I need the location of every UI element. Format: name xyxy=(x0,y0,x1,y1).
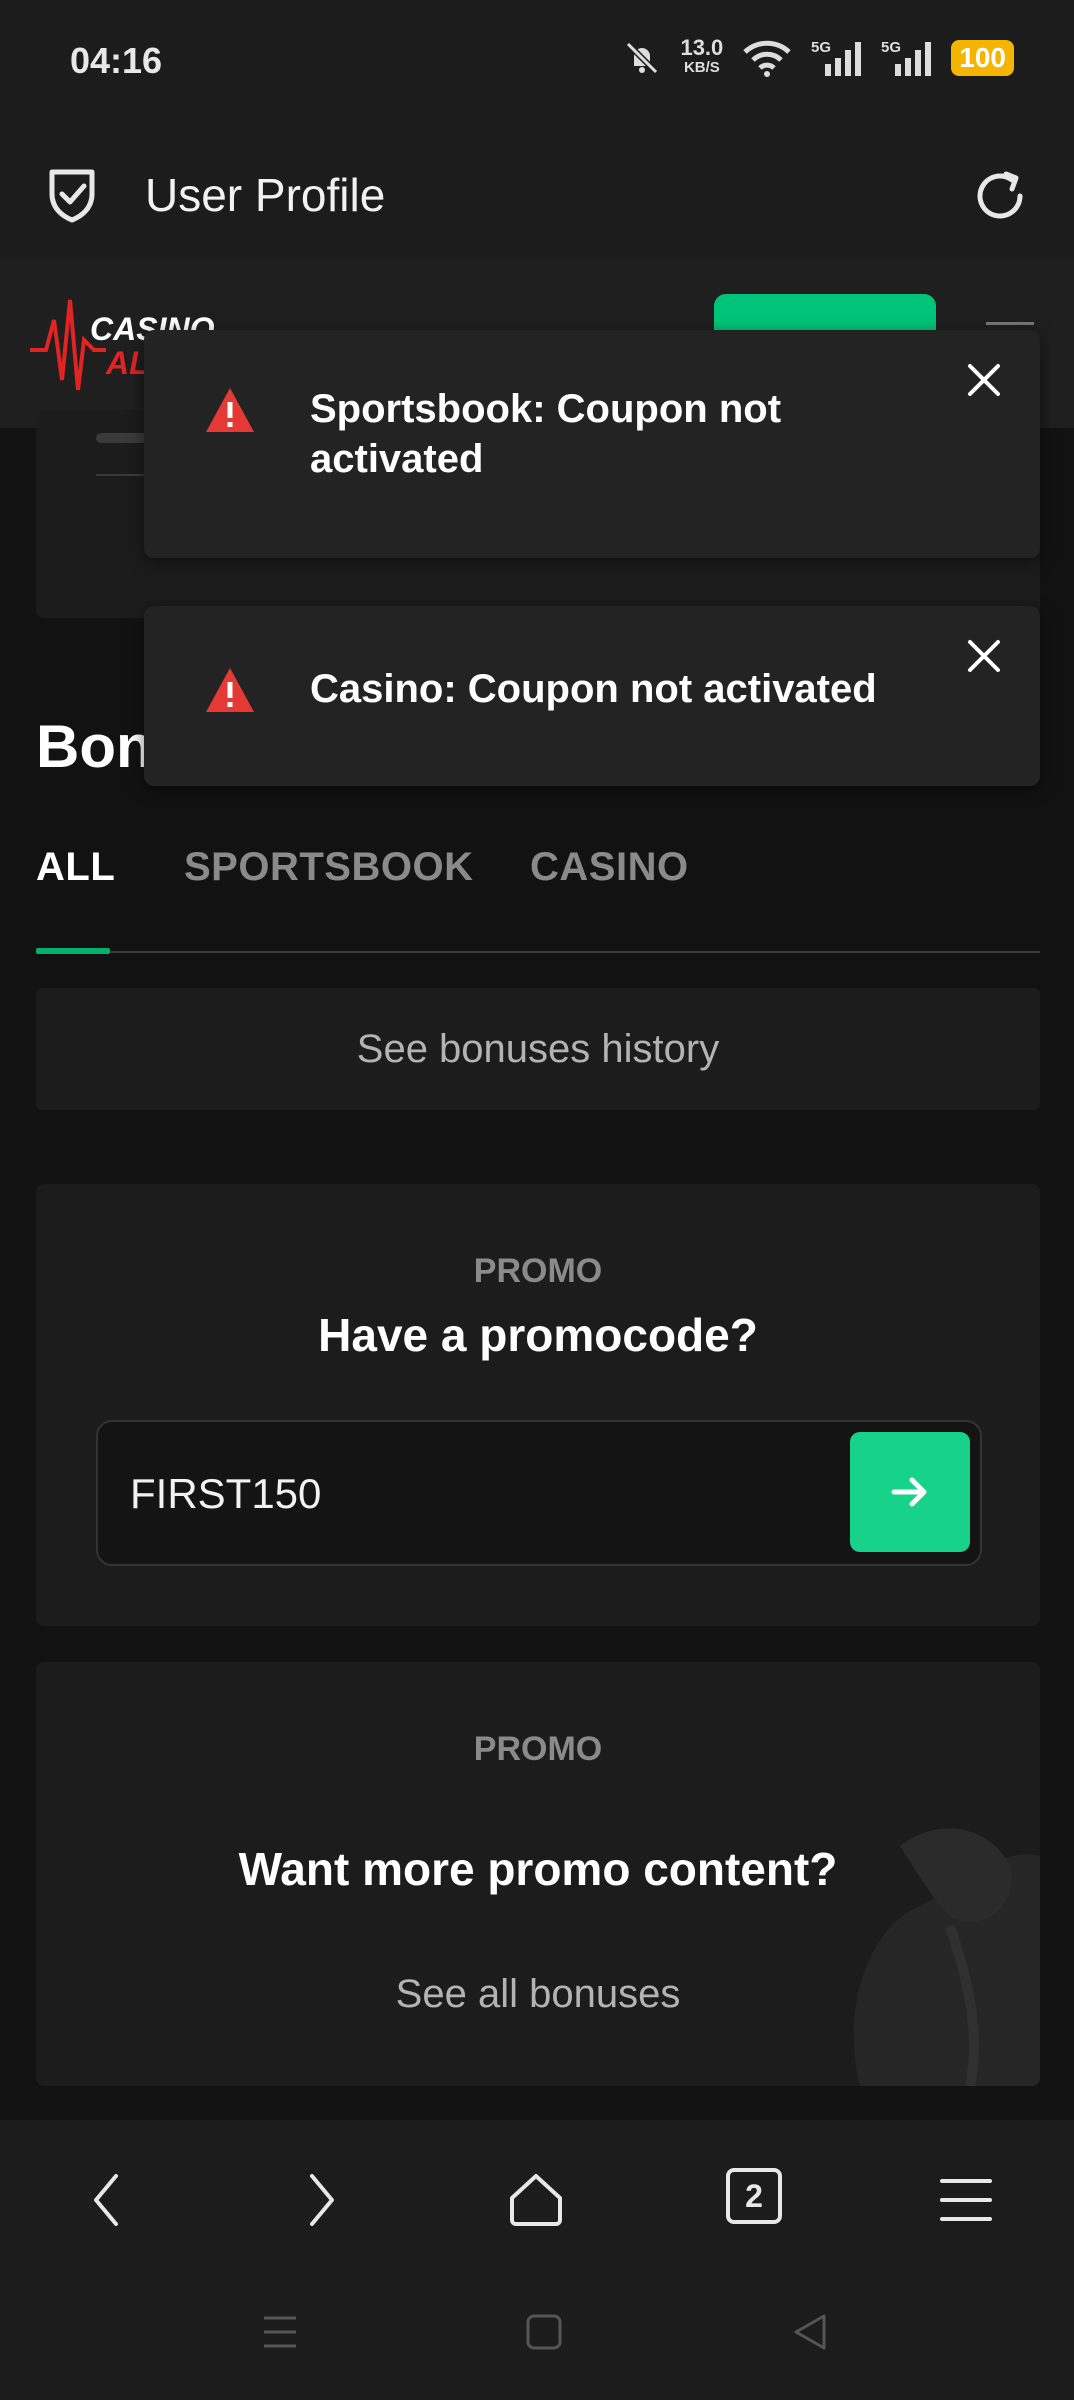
close-icon[interactable] xyxy=(964,360,1004,400)
tabs-divider xyxy=(36,951,1040,953)
sim1-label: 5G xyxy=(811,39,831,56)
tab-casino[interactable]: CASINO xyxy=(530,845,689,890)
page-title: User Profile xyxy=(145,169,386,221)
home-button[interactable] xyxy=(496,2160,576,2240)
toast-message: Sportsbook: Coupon not activated xyxy=(310,387,782,481)
status-time: 04:16 xyxy=(70,40,163,81)
header-cta-button[interactable] xyxy=(714,294,936,334)
promo-heading: Want more promo content? xyxy=(238,1843,838,1895)
browser-menu-button[interactable] xyxy=(926,2160,1006,2240)
promo-kicker: PROMO xyxy=(473,1730,603,1768)
refresh-icon[interactable] xyxy=(968,164,1032,228)
back-button[interactable] xyxy=(66,2160,146,2240)
network-speed: 13.0 KB/S xyxy=(680,35,724,78)
hamburger-menu-icon xyxy=(940,2179,992,2221)
arrow-right-icon xyxy=(891,1477,927,1507)
tab-all[interactable]: ALL xyxy=(36,845,115,890)
forward-button[interactable] xyxy=(282,2160,362,2240)
battery-indicator: 100 xyxy=(951,40,1014,76)
bell-muted-icon xyxy=(626,41,659,75)
section-title: Bon xyxy=(36,713,153,780)
chevron-left-icon xyxy=(94,2174,118,2226)
system-back-icon[interactable] xyxy=(790,2312,830,2352)
status-icons: 13.0 KB/S 5G 5G 100 xyxy=(622,35,1014,78)
promo-input-wrapper xyxy=(96,1420,982,1566)
promocode-input[interactable] xyxy=(128,1458,732,1530)
toast-casino: Casino: Coupon not activated xyxy=(144,606,1040,786)
promo-heading: Have a promocode? xyxy=(318,1309,758,1361)
tab-sportsbook[interactable]: SPORTSBOOK xyxy=(184,845,473,890)
warning-icon xyxy=(206,668,254,712)
promocode-submit-button[interactable] xyxy=(850,1432,970,1552)
promo-kicker: PROMO xyxy=(473,1252,603,1290)
signal-5g-icon: 5G xyxy=(811,39,862,76)
see-bonuses-history-button[interactable]: See bonuses history xyxy=(36,988,1040,1110)
home-icon xyxy=(510,2174,562,2226)
network-speed-unit: KB/S xyxy=(683,59,720,76)
decorative-gift-image xyxy=(853,1828,1040,2086)
signal-5g-icon: 5G xyxy=(881,39,932,76)
wifi-icon xyxy=(743,40,791,77)
close-icon[interactable] xyxy=(964,636,1004,676)
system-home-icon[interactable] xyxy=(524,2312,564,2352)
logo-text-bottom: AL xyxy=(105,345,149,381)
promo-code-card: PROMO Have a promocode? xyxy=(36,1184,1040,1626)
toast-message: Casino: Coupon not activated xyxy=(310,667,877,711)
network-speed-value: 13.0 xyxy=(680,35,724,60)
sim2-label: 5G xyxy=(881,39,901,56)
see-all-bonuses-link[interactable]: See all bonuses xyxy=(36,1972,1040,2017)
chevron-right-icon xyxy=(310,2174,334,2226)
shield-check-icon[interactable] xyxy=(42,164,102,224)
menu-icon[interactable] xyxy=(986,322,1034,325)
toast-sportsbook: Sportsbook: Coupon not activated xyxy=(144,330,1040,558)
promo-more-card: PROMO Want more promo content? See all b… xyxy=(36,1662,1040,2086)
warning-icon xyxy=(206,388,254,432)
recent-apps-icon[interactable] xyxy=(262,2312,298,2352)
tabs-count-button[interactable]: 2 xyxy=(726,2168,782,2224)
bonus-tabs: ALL SPORTSBOOK CASINO xyxy=(36,835,1040,953)
active-tab-indicator xyxy=(36,948,110,954)
